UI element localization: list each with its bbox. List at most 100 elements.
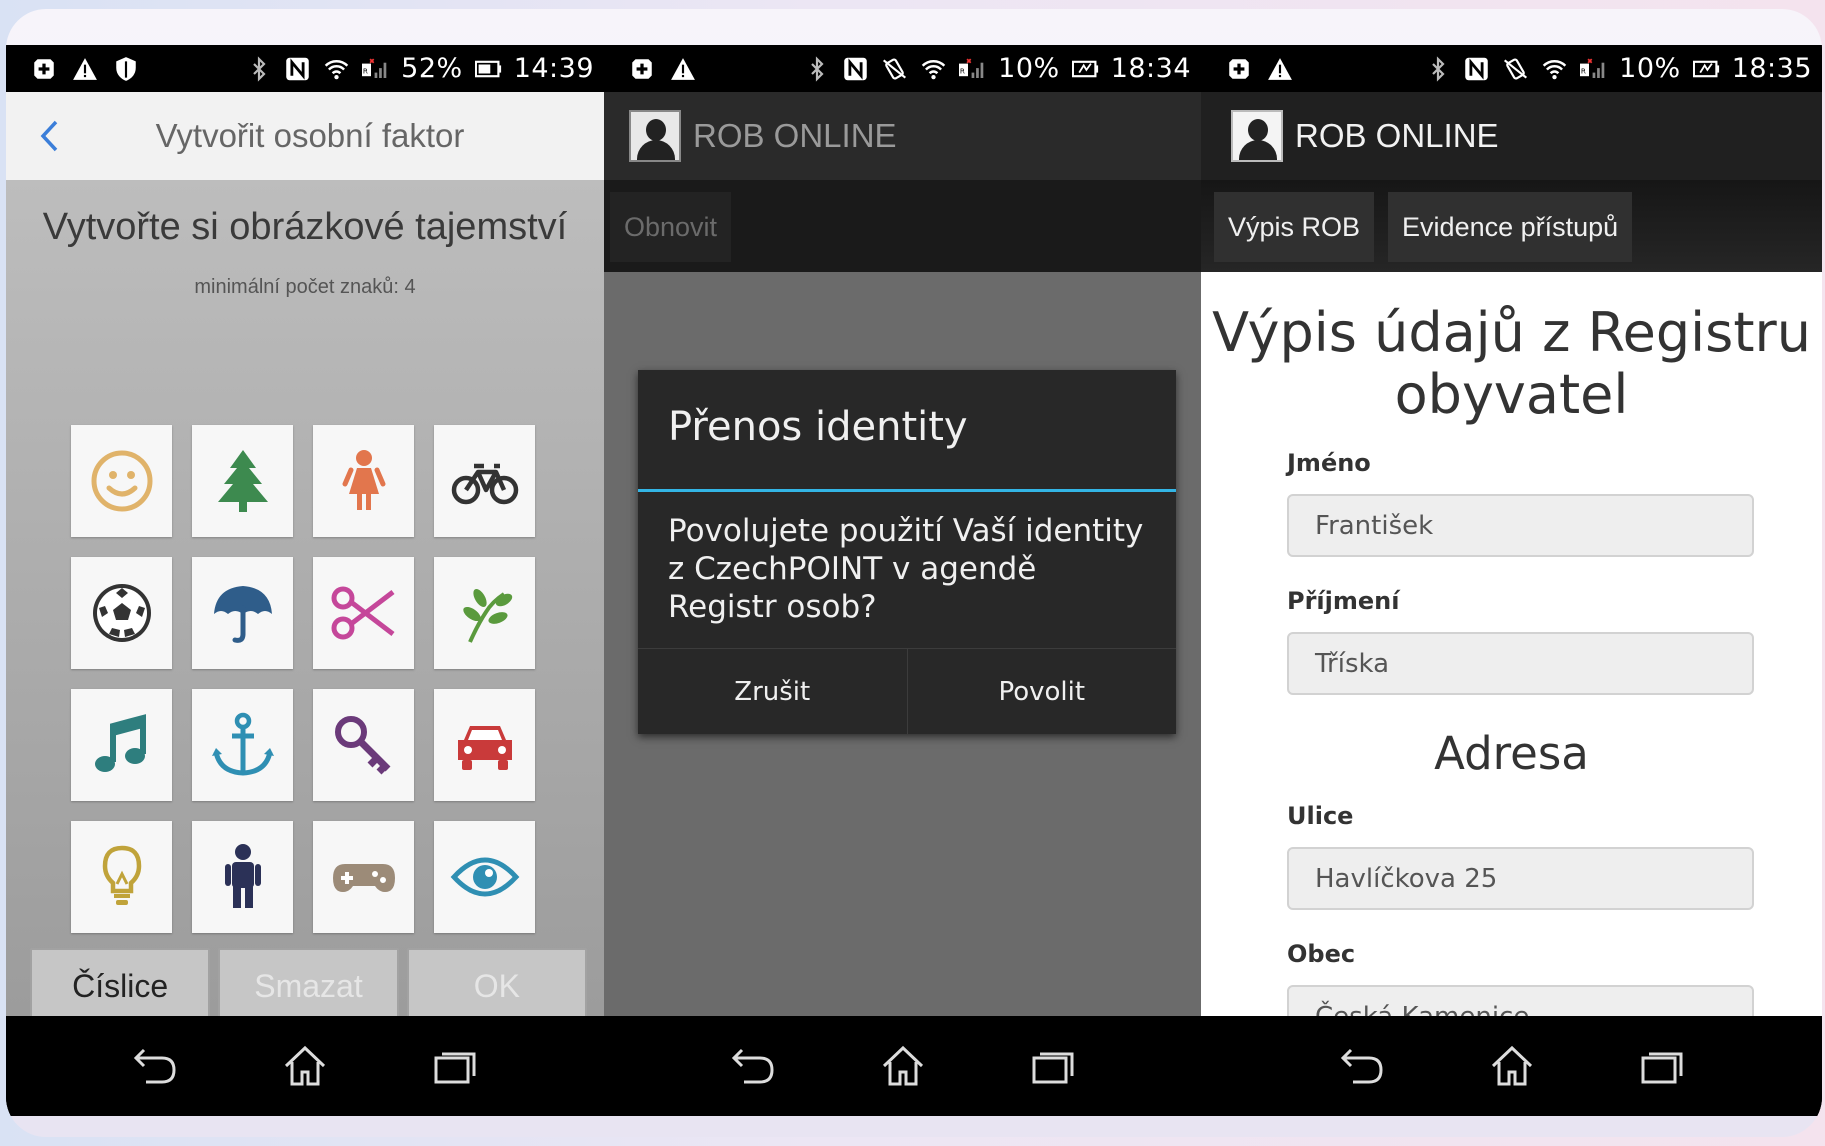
battery-percent: 52% <box>401 53 463 84</box>
nav-back-button[interactable] <box>80 1044 230 1088</box>
first-name-field[interactable]: František <box>1287 494 1754 557</box>
wifi-icon <box>323 55 350 82</box>
home-icon <box>284 1045 326 1086</box>
vibrate-mute-icon <box>1502 55 1529 82</box>
svg-text:R: R <box>363 66 368 75</box>
nav-home-button[interactable] <box>230 1044 380 1088</box>
key-icon <box>334 716 390 775</box>
dialog-message: Povolujete použití Vaší identity z Czech… <box>668 513 1144 625</box>
tile-key[interactable] <box>313 689 414 801</box>
tile-umbrella[interactable] <box>192 557 293 669</box>
tile-gamepad[interactable] <box>313 821 414 933</box>
tile-anchor[interactable] <box>192 689 293 801</box>
nav-back-button[interactable] <box>678 1044 828 1088</box>
status-bar: R 10% 18:34 <box>604 45 1201 92</box>
plus-notification-icon <box>30 55 57 82</box>
tile-eye[interactable] <box>434 821 535 933</box>
svg-text:R: R <box>1581 66 1586 75</box>
screen-identity-dialog: R 10% 18:34 ROB ONLINE Obnovit Přenos id… <box>604 45 1201 1116</box>
music-note-icon <box>94 714 146 772</box>
nav-back-button[interactable] <box>1287 1044 1437 1088</box>
tile-girl[interactable] <box>313 425 414 537</box>
smiley-icon <box>91 450 152 512</box>
recents-icon <box>1641 1052 1682 1084</box>
back-chevron-icon[interactable] <box>34 114 64 158</box>
nav-bar <box>1201 1016 1822 1116</box>
nav-recents-button[interactable] <box>380 1044 530 1088</box>
last-name-field[interactable]: Tříska <box>1287 632 1754 695</box>
warning-icon <box>669 55 696 82</box>
screen-register-extract: R 10% 18:35 ROB ONLINE Výpis ROB Evidenc… <box>1201 45 1822 1116</box>
tile-football[interactable] <box>71 557 172 669</box>
nav-home-button[interactable] <box>1437 1044 1587 1088</box>
tile-smiley[interactable] <box>71 425 172 537</box>
address-heading: Adresa <box>1434 727 1589 780</box>
min-chars-hint: minimální počet znaků: 4 <box>194 276 416 298</box>
action-bar: ROB ONLINE <box>604 92 1201 180</box>
battery-icon <box>1071 55 1099 82</box>
tile-plant[interactable] <box>434 557 535 669</box>
tile-scissors[interactable] <box>313 557 414 669</box>
clock: 18:35 <box>1731 53 1812 84</box>
cancel-button[interactable]: Zrušit <box>638 649 907 734</box>
screen-picture-secret: R 52% 14:39 Vytvořit osobní faktor Vytvo… <box>6 45 604 1116</box>
last-name-label: Příjmení <box>1287 587 1400 615</box>
back-arrow-icon <box>731 1048 774 1084</box>
identity-transfer-dialog: Přenos identity Povolujete použití Vaší … <box>638 370 1176 734</box>
tab-bar: Obnovit <box>604 180 1201 272</box>
tile-bicycle[interactable] <box>434 425 535 537</box>
recents-icon <box>434 1052 476 1084</box>
first-name-label: Jméno <box>1287 449 1371 477</box>
tile-lightbulb[interactable] <box>71 821 172 933</box>
tile-car[interactable] <box>434 689 535 801</box>
app-title: ROB ONLINE <box>693 117 897 154</box>
plus-notification-icon <box>1225 55 1252 82</box>
city-label: Obec <box>1287 940 1356 968</box>
battery-percent: 10% <box>1619 53 1681 84</box>
scissors-icon <box>331 586 395 640</box>
nav-bar <box>604 1016 1201 1116</box>
svg-text:R: R <box>960 66 965 75</box>
page-title: Výpis údajů z Registru obyvatel <box>1212 301 1811 426</box>
battery-icon <box>474 55 502 82</box>
bicycle-icon <box>451 463 518 505</box>
refresh-button[interactable]: Obnovit <box>610 192 732 262</box>
status-bar: R 10% 18:35 <box>1201 45 1822 92</box>
picture-grid <box>71 425 541 945</box>
vibrate-mute-icon <box>881 55 908 82</box>
man-icon <box>224 844 261 908</box>
nav-recents-button[interactable] <box>1587 1044 1737 1088</box>
tree-icon <box>217 450 268 512</box>
lightbulb-icon <box>102 845 141 905</box>
status-bar: R 52% 14:39 <box>6 45 604 92</box>
register-extract-page: Výpis údajů z Registru obyvatel Jméno Fr… <box>1201 272 1822 1048</box>
street-field[interactable]: Havlíčkova 25 <box>1287 847 1754 910</box>
digits-button[interactable]: Číslice <box>30 948 211 1024</box>
battery-percent: 10% <box>998 53 1060 84</box>
tile-music[interactable] <box>71 689 172 801</box>
football-icon <box>92 584 151 642</box>
clock: 18:34 <box>1110 53 1191 84</box>
car-icon <box>457 726 512 770</box>
nfc-icon <box>1463 55 1490 82</box>
plus-notification-icon <box>628 55 655 82</box>
dialog-title: Přenos identity <box>638 370 1176 492</box>
umbrella-icon <box>213 586 272 643</box>
tile-tree[interactable] <box>192 425 293 537</box>
nav-recents-button[interactable] <box>978 1044 1128 1088</box>
allow-button[interactable]: Povolit <box>906 649 1177 734</box>
tab-bar: Výpis ROB Evidence přístupů <box>1201 180 1822 272</box>
nav-home-button[interactable] <box>828 1044 978 1088</box>
tile-man[interactable] <box>192 821 293 933</box>
gamepad-icon <box>332 864 395 892</box>
home-icon <box>1491 1045 1532 1086</box>
delete-button[interactable]: Smazat <box>218 948 399 1024</box>
tab-access-log[interactable]: Evidence přístupů <box>1388 192 1633 262</box>
street-label: Ulice <box>1287 802 1354 830</box>
user-avatar-icon <box>1231 110 1283 162</box>
tab-rob-extract[interactable]: Výpis ROB <box>1214 192 1375 262</box>
ok-button[interactable]: OK <box>406 948 587 1024</box>
action-buttons: Číslice Smazat OK <box>30 948 587 1024</box>
headline: Vytvořte si obrázkové tajemství <box>42 206 568 248</box>
nav-bar <box>6 1016 604 1116</box>
